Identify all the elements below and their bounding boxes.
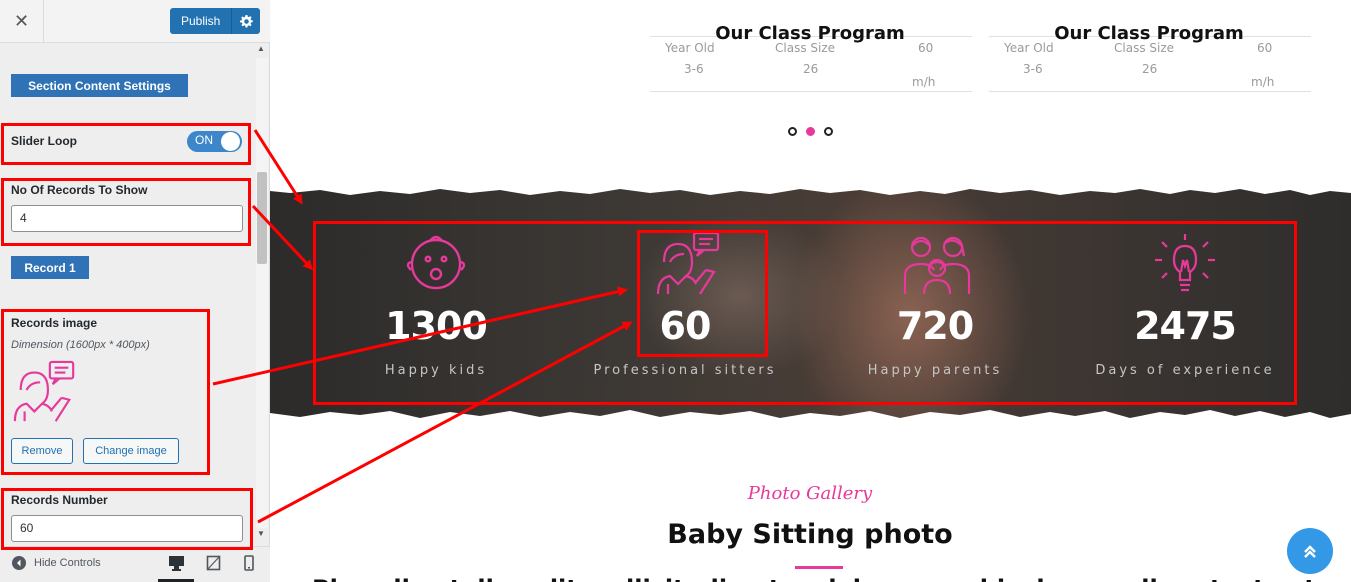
publish-group: Publish [170, 8, 261, 34]
class-table-2: Our Class Program Year Old Class Size 60… [989, 23, 1311, 92]
records-image-dimension: Dimension (1600px * 400px) [11, 339, 150, 351]
stat-caption-days: Days of experience [1095, 363, 1275, 378]
slider-loop-toggle[interactable]: ON [187, 131, 242, 152]
publish-settings-button[interactable] [232, 8, 260, 34]
close-button[interactable]: ✕ [0, 0, 44, 42]
mobile-preview-button[interactable] [244, 555, 261, 571]
table-val-fee: m/h [1251, 75, 1275, 89]
table-val-age: 3-6 [684, 62, 704, 76]
table-val-size: 26 [803, 62, 819, 76]
scroll-to-top-button[interactable] [1287, 528, 1333, 574]
slider-loop-label: Slider Loop [11, 134, 77, 148]
stat-caption-parents: Happy parents [867, 363, 1003, 378]
lightbulb-icon [1155, 234, 1215, 292]
stat-number-kids: 1300 [385, 304, 488, 348]
customizer-header: ✕ Publish [0, 0, 270, 43]
remove-image-button[interactable]: Remove [11, 438, 73, 464]
section-content-settings-button[interactable]: Section Content Settings [11, 74, 188, 97]
stat-number-sitters: 60 [659, 304, 712, 348]
stat-caption-sitters: Professional sitters [593, 363, 777, 378]
gear-icon [239, 14, 253, 27]
scroll-up-arrow-icon[interactable]: ▲ [257, 44, 265, 53]
stat-caption-kids: Happy kids [384, 363, 488, 378]
gallery-subtitle: Photo Gallery [747, 483, 873, 504]
desktop-icon [169, 556, 184, 571]
records-to-show-input[interactable]: 4 [11, 205, 243, 232]
table-head-fee: 60 [918, 41, 934, 55]
close-icon: ✕ [13, 10, 30, 31]
tablet-icon [206, 555, 221, 571]
toggle-state-label: ON [195, 133, 213, 147]
mobile-icon [244, 555, 254, 571]
records-number-label: Records Number [11, 493, 108, 507]
collapse-arrow-icon [12, 556, 26, 570]
sidebar-scroll-thumb[interactable] [257, 172, 267, 264]
slider-dot-1[interactable] [788, 127, 797, 136]
class-table-1: Our Class Program Year Old Class Size 60… [650, 23, 972, 92]
table-val-age: 3-6 [1023, 62, 1043, 76]
gallery-divider [795, 566, 843, 569]
table-val-fee: m/h [912, 75, 936, 89]
desktop-preview-button[interactable] [168, 555, 185, 571]
customizer-footer: Hide Controls [0, 546, 270, 582]
sitter-chat-icon [656, 232, 720, 295]
table-val-size: 26 [1142, 62, 1158, 76]
customizer-sidebar: ✕ Publish ▲ ▼ Section Content Settings S… [0, 0, 270, 582]
publish-button[interactable]: Publish [170, 8, 233, 34]
family-icon [903, 236, 971, 295]
scroll-down-arrow-icon[interactable]: ▼ [257, 529, 265, 538]
double-chevron-up-icon [1304, 545, 1316, 558]
records-image-label: Records image [11, 316, 98, 330]
gallery-description: Phasellus tellus elit, sollicitudin et s… [312, 572, 1312, 582]
records-number-input[interactable]: 60 [11, 515, 243, 542]
toggle-knob [221, 132, 240, 151]
slider-dot-2[interactable] [806, 127, 815, 136]
gallery-title: Baby Sitting photo [667, 519, 953, 550]
record-1-button[interactable]: Record 1 [11, 256, 89, 279]
tablet-preview-button[interactable] [206, 555, 223, 571]
table-head-size: Class Size [1114, 41, 1175, 55]
sitter-chat-icon [13, 360, 75, 422]
screenshot-root: Our Class Program Year Old Class Size 60… [0, 0, 1351, 582]
stats-section: 1300 Happy kids 60 Professional sitters [270, 186, 1351, 426]
torn-edge-bottom [270, 410, 1351, 426]
table-head-age: Year Old [1004, 41, 1054, 55]
table-head-size: Class Size [775, 41, 836, 55]
records-to-show-label: No Of Records To Show [11, 183, 148, 197]
table-head-fee: 60 [1257, 41, 1273, 55]
table-head-age: Year Old [665, 41, 715, 55]
hide-controls-label: Hide Controls [34, 557, 101, 569]
baby-face-icon [406, 235, 466, 290]
sidebar-scroll-track[interactable] [256, 58, 268, 528]
stat-number-days: 2475 [1134, 304, 1237, 348]
torn-edge-top [270, 186, 1351, 195]
slider-dot-3[interactable] [824, 127, 833, 136]
stat-number-parents: 720 [896, 304, 974, 348]
change-image-button[interactable]: Change image [83, 438, 179, 464]
hide-controls-button[interactable]: Hide Controls [12, 556, 101, 570]
